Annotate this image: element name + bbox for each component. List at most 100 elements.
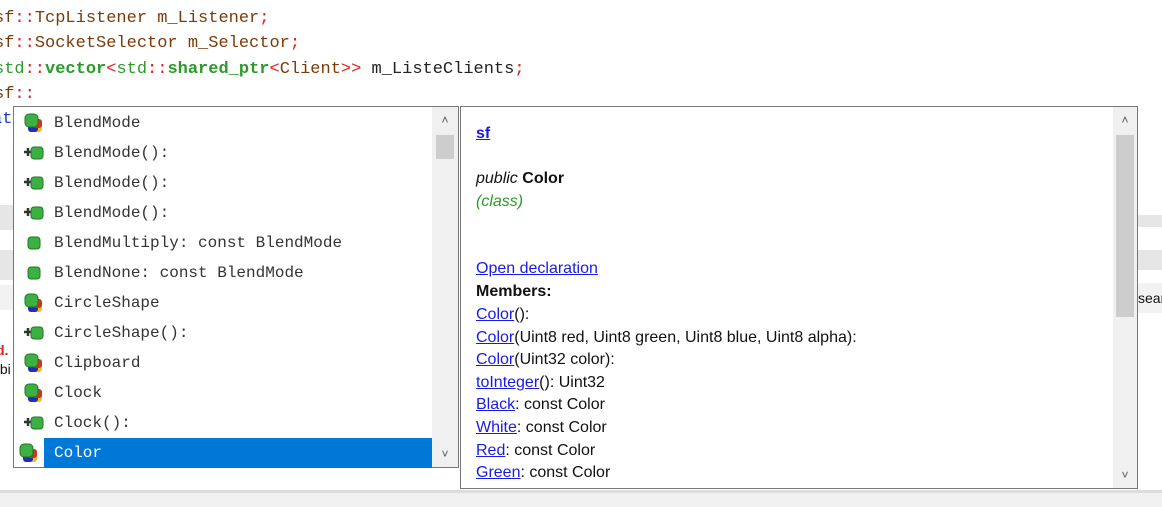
- item-label: BlendMode():: [54, 144, 170, 162]
- token: std: [0, 60, 25, 79]
- variable-icon: [14, 266, 54, 280]
- bg-search-tab[interactable]: sear: [1138, 290, 1162, 306]
- scope-op: ::: [14, 9, 35, 28]
- member-signature: ():: [514, 306, 530, 323]
- autocomplete-item[interactable]: BlendMode():: [14, 168, 432, 198]
- list-scrollbar[interactable]: ˄ ˅: [432, 107, 458, 467]
- member-signature: : const Color: [505, 441, 596, 459]
- scroll-thumb[interactable]: [1116, 135, 1134, 317]
- autocomplete-item[interactable]: Clock():: [14, 408, 432, 438]
- namespace-link[interactable]: sf: [476, 125, 490, 143]
- background-pane: [1138, 250, 1162, 270]
- member-entry: Red: const Color: [476, 442, 595, 460]
- member-link[interactable]: toInteger: [476, 374, 539, 391]
- visibility: public: [476, 170, 518, 187]
- item-label: BlendMode():: [54, 204, 170, 222]
- autocomplete-item[interactable]: BlendMode():: [14, 138, 432, 168]
- member-link[interactable]: Color: [476, 329, 514, 346]
- item-label: BlendMultiply: const BlendMode: [54, 234, 343, 252]
- background-pane: [1138, 215, 1162, 227]
- token: m_ListeClients: [361, 60, 515, 79]
- open-declaration-link[interactable]: Open declaration: [476, 260, 598, 278]
- member-signature: (): Uint32: [539, 373, 605, 391]
- token: >>: [340, 60, 362, 79]
- scroll-down-icon[interactable]: ˅: [432, 441, 458, 467]
- bg-error-text: d.: [0, 342, 9, 358]
- scroll-up-icon[interactable]: ˄: [1113, 107, 1137, 133]
- scope-op: ::: [14, 85, 35, 104]
- member-link[interactable]: White: [476, 419, 517, 436]
- autocomplete-item[interactable]: Clock: [14, 378, 432, 408]
- code-line[interactable]: sf::SocketSelector m_Selector;: [0, 31, 300, 56]
- declaration: SocketSelector m_Selector: [34, 34, 290, 53]
- code-line[interactable]: sf::TcpListener m_Listener;: [0, 6, 269, 31]
- semicolon: ;: [514, 60, 525, 79]
- class-icon: [14, 353, 54, 373]
- item-label: CircleShape():: [54, 324, 189, 342]
- class-icon: [14, 293, 54, 313]
- item-label: BlendMode: [54, 114, 141, 132]
- autocomplete-item[interactable]: Color: [19, 438, 432, 468]
- class-icon: [14, 443, 44, 463]
- symbol-kind: (class): [476, 193, 524, 210]
- documentation-popup: sf public Color (class) Open declaration…: [460, 106, 1138, 489]
- scroll-thumb[interactable]: [436, 135, 454, 159]
- member-entry: Black: const Color: [476, 396, 605, 414]
- member-signature: : const Color: [520, 464, 611, 482]
- token: vector: [45, 60, 107, 79]
- namespace: sf: [0, 85, 15, 104]
- item-label: CircleShape: [54, 294, 160, 312]
- class-icon: [14, 113, 54, 133]
- member-link[interactable]: Color: [476, 351, 514, 368]
- semicolon: ;: [289, 34, 301, 53]
- member-entry: Color(Uint8 red, Uint8 green, Uint8 blue…: [476, 329, 857, 347]
- token: std: [116, 60, 148, 79]
- declaration: TcpListener m_Listener: [34, 9, 260, 28]
- bg-text: at: [0, 110, 13, 129]
- constructor-icon: [14, 145, 54, 161]
- member-signature: : const Color: [516, 419, 607, 436]
- doc-scrollbar[interactable]: ˄ ˅: [1113, 107, 1137, 488]
- member-signature: (Uint8 red, Uint8 green, Uint8 blue, Uin…: [514, 328, 857, 346]
- member-entry: White: const Color: [476, 419, 607, 437]
- autocomplete-list[interactable]: ˄ ˅ BlendMode BlendMode(): BlendMode(): Ble…: [13, 106, 459, 468]
- autocomplete-item[interactable]: BlendMode: [14, 108, 432, 138]
- member-link[interactable]: Color: [476, 306, 514, 323]
- constructor-icon: [14, 205, 54, 221]
- member-link[interactable]: Red: [476, 442, 505, 459]
- code-line[interactable]: sf::: [0, 82, 35, 107]
- member-signature: (Uint32 color):: [514, 351, 615, 369]
- scroll-up-icon[interactable]: ˄: [432, 107, 458, 133]
- token: ::: [147, 60, 168, 79]
- token: shared_ptr: [167, 60, 270, 79]
- member-signature: : const Color: [515, 396, 605, 414]
- item-label: BlendMode():: [54, 174, 170, 192]
- semicolon: ;: [259, 9, 270, 28]
- autocomplete-item[interactable]: BlendMultiply: const BlendMode: [14, 228, 432, 258]
- symbol-name: Color: [522, 170, 565, 187]
- class-icon: [14, 383, 54, 403]
- scroll-down-icon[interactable]: ˅: [1113, 462, 1137, 488]
- item-label: Clock: [54, 384, 103, 402]
- autocomplete-item[interactable]: BlendMode():: [14, 198, 432, 228]
- token: Client: [279, 60, 341, 79]
- member-link[interactable]: Black: [476, 396, 515, 413]
- namespace: sf: [0, 34, 15, 53]
- token: <: [269, 60, 280, 79]
- token: <: [106, 60, 117, 79]
- autocomplete-item[interactable]: Clipboard: [14, 348, 432, 378]
- namespace: sf: [0, 9, 15, 28]
- member-link[interactable]: Green: [476, 464, 520, 481]
- variable-icon: [14, 236, 54, 250]
- token: ::: [24, 60, 46, 79]
- member-entry: Color(Uint32 color):: [476, 351, 615, 369]
- autocomplete-item[interactable]: CircleShape():: [14, 318, 432, 348]
- signature: public Color: [476, 170, 564, 188]
- constructor-icon: [14, 415, 54, 431]
- autocomplete-item[interactable]: CircleShape: [14, 288, 432, 318]
- member-entry: Green: const Color: [476, 464, 610, 482]
- constructor-icon: [14, 175, 54, 191]
- code-line[interactable]: std::vector<std::shared_ptr<Client>> m_L…: [0, 57, 525, 82]
- autocomplete-item[interactable]: BlendNone: const BlendMode: [14, 258, 432, 288]
- bg-path-text: /bi: [0, 361, 11, 377]
